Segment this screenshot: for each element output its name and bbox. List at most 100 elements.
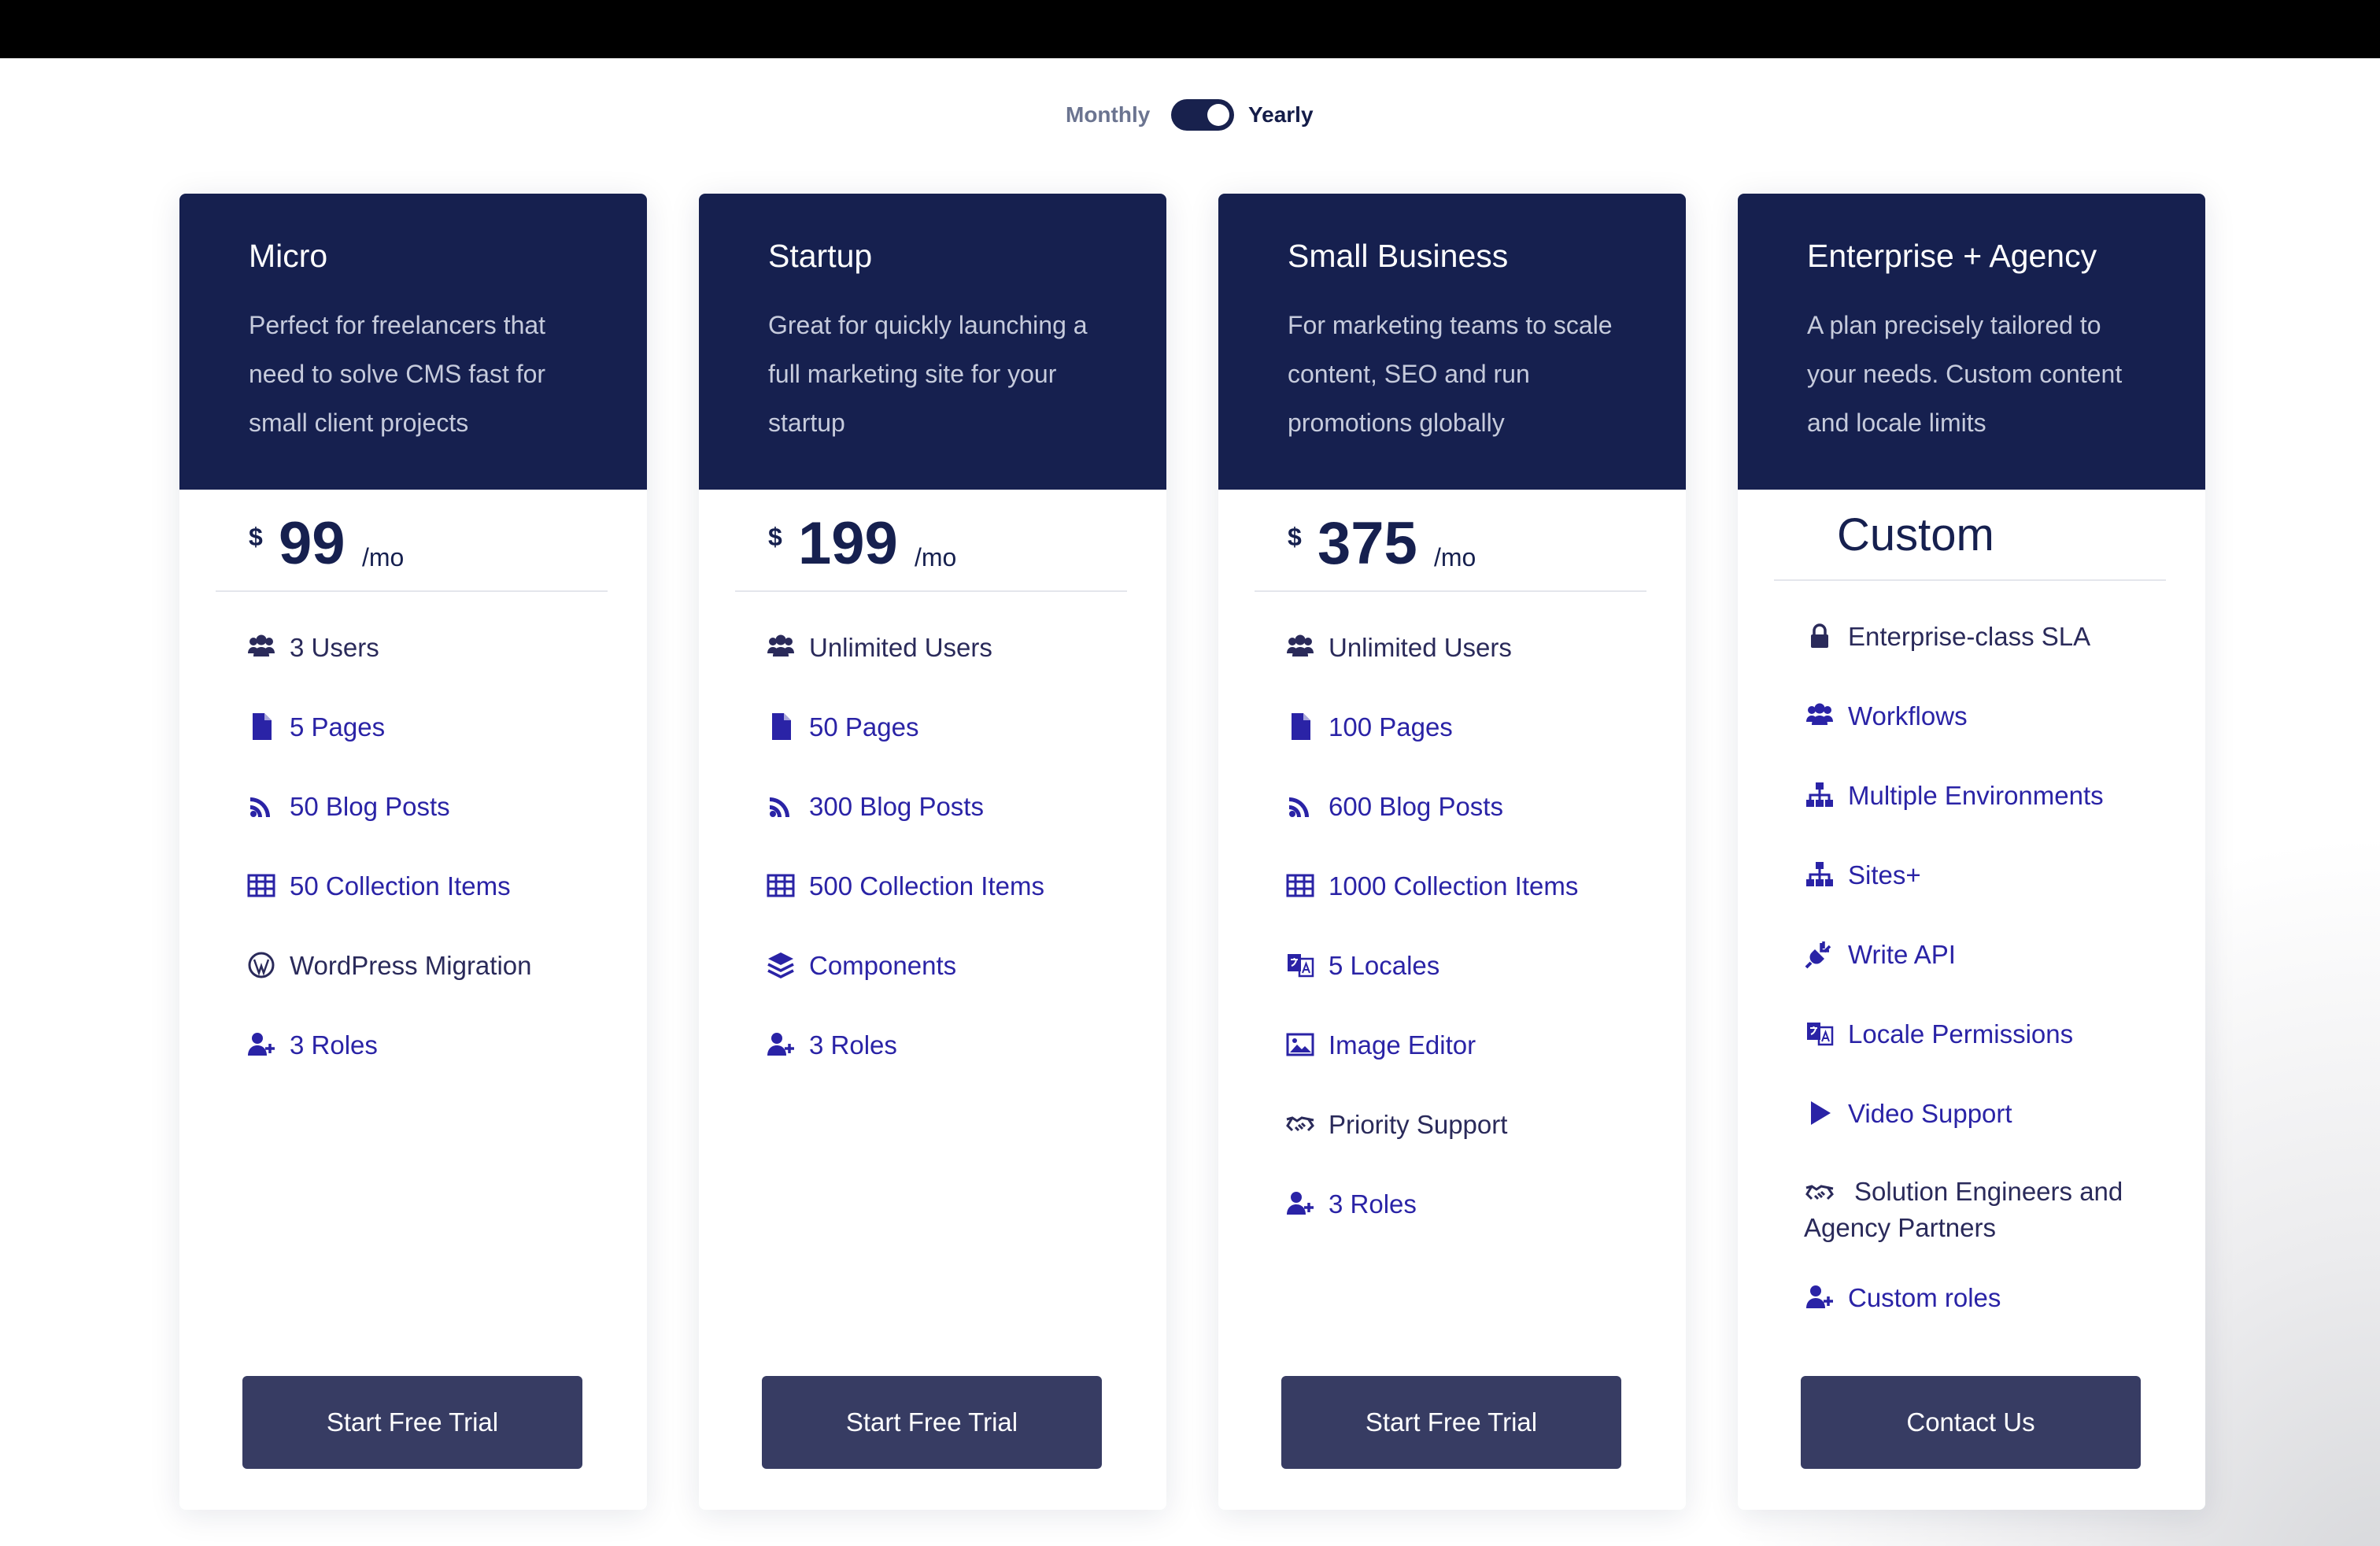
feature-label: Write API xyxy=(1848,940,1956,969)
feature-label: Unlimited Users xyxy=(1329,633,1512,662)
feature-label: Solution Engineers and Agency Partners xyxy=(1804,1177,2123,1242)
plan-price: $375/mo xyxy=(1288,509,1634,587)
feature-label: 50 Pages xyxy=(809,712,919,742)
price-period: /mo xyxy=(362,543,405,571)
wordpress-icon xyxy=(246,949,277,981)
user-plus-icon xyxy=(246,1029,277,1060)
users-icon xyxy=(1804,700,1835,731)
billing-period-switch[interactable] xyxy=(1171,99,1234,131)
users-icon xyxy=(765,631,796,663)
users-icon xyxy=(1284,631,1316,663)
feature-label: Image Editor xyxy=(1329,1030,1476,1060)
user-plus-icon xyxy=(1804,1282,1835,1313)
start-free-trial-button[interactable]: Start Free Trial xyxy=(1281,1376,1621,1469)
feature-label: 50 Blog Posts xyxy=(290,792,450,821)
play-icon xyxy=(1804,1097,1835,1129)
price-amount: 99 xyxy=(279,510,346,577)
feature-label: 100 Pages xyxy=(1329,712,1453,742)
feature-label: Video Support xyxy=(1848,1099,2012,1128)
feature-label: 5 Locales xyxy=(1329,951,1440,980)
price-divider xyxy=(1255,590,1646,592)
plan-description: Perfect for freelancers that need to sol… xyxy=(249,311,546,437)
price-currency: $ xyxy=(1288,523,1302,551)
plan-header: Enterprise + Agency A plan precisely tail… xyxy=(1738,194,2205,490)
rss-icon xyxy=(1284,790,1316,822)
plan-name: Startup xyxy=(768,238,873,274)
user-plus-icon xyxy=(1284,1188,1316,1219)
feature-label: Workflows xyxy=(1848,701,1968,730)
price-currency: $ xyxy=(249,523,263,551)
plan-card: Small Business For marketing teams to sca… xyxy=(1218,194,1686,1510)
feature-label: Enterprise-class SLA xyxy=(1848,622,2091,651)
table-icon xyxy=(246,870,277,901)
feature-label: 3 Roles xyxy=(290,1030,378,1060)
price-amount: 199 xyxy=(798,510,898,577)
feature-label: 3 Users xyxy=(290,633,379,662)
top-bar xyxy=(0,0,2380,58)
billing-toggle: Monthly Yearly xyxy=(1062,94,1393,135)
sitemap-icon xyxy=(1804,859,1835,890)
plan-description: A plan precisely tailored to your needs.… xyxy=(1807,311,2123,437)
plan-card: Startup Great for quickly launching a ful… xyxy=(699,194,1166,1510)
feature-label: 300 Blog Posts xyxy=(809,792,984,821)
file-icon xyxy=(1284,711,1316,742)
rss-icon xyxy=(246,790,277,822)
plan-name: Micro xyxy=(249,238,328,274)
feature-label: Components xyxy=(809,951,957,980)
feature-label: Multiple Environments xyxy=(1848,781,2104,810)
feature-label: Priority Support xyxy=(1329,1110,1508,1139)
price-currency: $ xyxy=(768,523,782,551)
plan-card: Micro Perfect for freelancers that need t… xyxy=(179,194,647,1510)
price-period: /mo xyxy=(915,543,957,571)
sitemap-icon xyxy=(1804,779,1835,811)
feature-label: WordPress Migration xyxy=(290,951,532,980)
price-divider xyxy=(1774,579,2166,581)
start-free-trial-button[interactable]: Start Free Trial xyxy=(242,1376,582,1469)
feature-label: 5 Pages xyxy=(290,712,386,742)
toggle-label-yearly[interactable]: Yearly xyxy=(1248,102,1314,128)
file-icon xyxy=(246,711,277,742)
table-icon xyxy=(765,870,796,901)
language-icon xyxy=(1804,1018,1835,1049)
table-icon xyxy=(1284,870,1316,901)
plan-header: Micro Perfect for freelancers that need t… xyxy=(179,194,647,490)
language-icon xyxy=(1284,949,1316,981)
feature-label: 1000 Collection Items xyxy=(1329,871,1579,901)
plan-header: Small Business For marketing teams to sca… xyxy=(1218,194,1686,490)
plan-header: Startup Great for quickly launching a ful… xyxy=(699,194,1166,490)
feature-label: Sites+ xyxy=(1848,860,1921,890)
plan-price: $199/mo xyxy=(768,509,1114,587)
contact-us-button[interactable]: Contact Us xyxy=(1801,1376,2141,1469)
plan-name: Enterprise + Agency xyxy=(1807,238,2097,274)
plan-description: For marketing teams to scale content, SE… xyxy=(1288,311,1613,437)
plan-card: Enterprise + Agency A plan precisely tail… xyxy=(1738,194,2205,1510)
feature-label: 50 Collection Items xyxy=(290,871,511,901)
image-icon xyxy=(1284,1029,1316,1060)
price-period: /mo xyxy=(1434,543,1476,571)
plug-icon xyxy=(1804,938,1835,970)
feature-label: Locale Permissions xyxy=(1848,1019,2074,1049)
plan-name: Small Business xyxy=(1288,238,1509,274)
price-divider xyxy=(216,590,608,592)
layers-icon xyxy=(765,949,796,981)
plan-price-custom: Custom xyxy=(1837,509,1994,560)
feature-label: Custom roles xyxy=(1848,1283,2001,1312)
handshake-icon xyxy=(1284,1108,1316,1140)
feature-label: Unlimited Users xyxy=(809,633,992,662)
lock-icon xyxy=(1804,620,1835,652)
feature-label: 3 Roles xyxy=(809,1030,897,1060)
feature-label: 600 Blog Posts xyxy=(1329,792,1503,821)
switch-knob xyxy=(1207,104,1229,126)
toggle-label-monthly[interactable]: Monthly xyxy=(1066,102,1150,128)
start-free-trial-button[interactable]: Start Free Trial xyxy=(762,1376,1102,1469)
file-icon xyxy=(765,711,796,742)
user-plus-icon xyxy=(765,1029,796,1060)
price-divider xyxy=(735,590,1127,592)
plan-description: Great for quickly launching a full marke… xyxy=(768,311,1088,437)
feature-label: 3 Roles xyxy=(1329,1189,1417,1219)
users-icon xyxy=(246,631,277,663)
price-amount: 375 xyxy=(1318,510,1417,577)
feature-label: 500 Collection Items xyxy=(809,871,1044,901)
plan-price: $99/mo xyxy=(249,509,595,587)
rss-icon xyxy=(765,790,796,822)
